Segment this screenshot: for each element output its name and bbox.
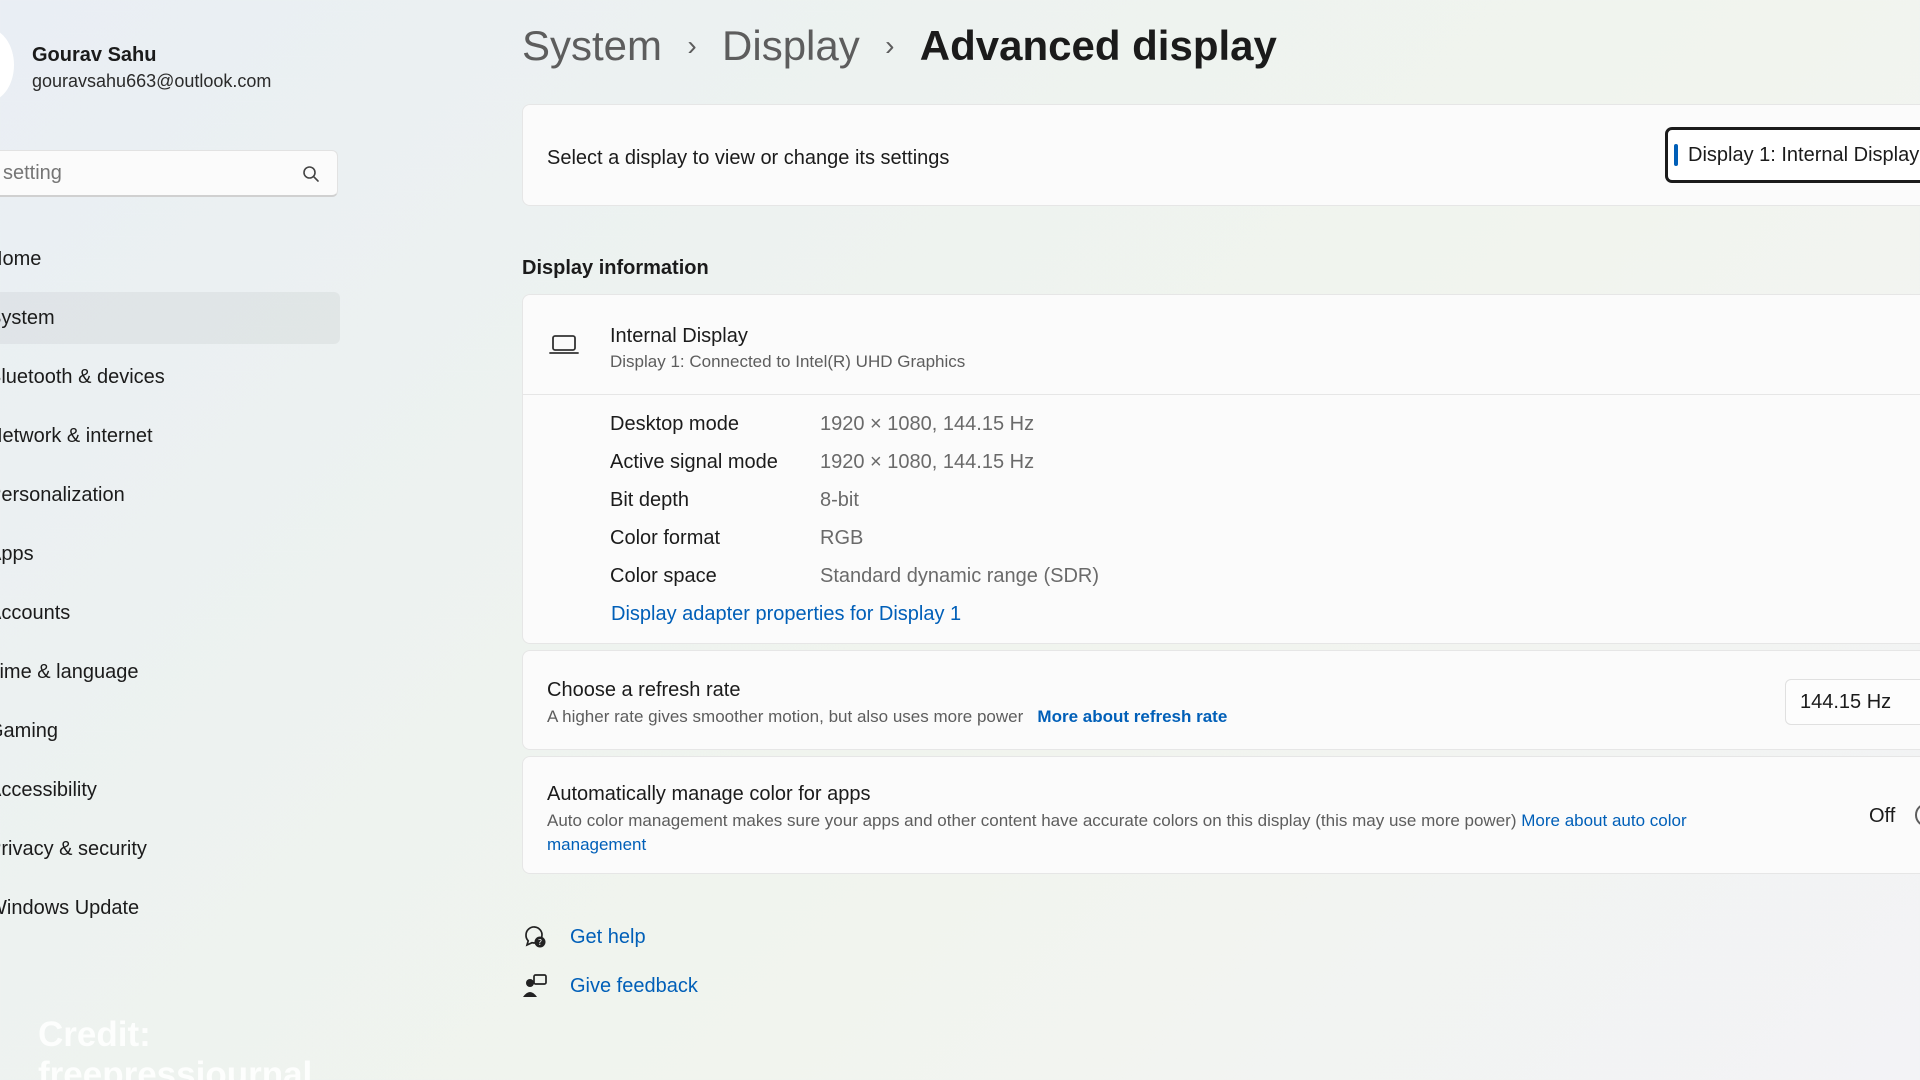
search-icon[interactable] <box>301 164 321 184</box>
info-key: Color format <box>610 527 721 549</box>
info-value: 1920 × 1080, 144.15 Hz <box>820 451 1035 473</box>
sidebar-item-label: Accounts <box>0 601 71 624</box>
display-info-card: Internal Display Display 1: Connected to… <box>522 294 1920 644</box>
search-input[interactable] <box>3 151 283 195</box>
help-icon: ? <box>525 926 546 948</box>
display-dropdown-value: Display 1: Internal Display <box>1688 143 1920 166</box>
info-value: Standard dynamic range (SDR) <box>820 565 1100 587</box>
sidebar-item-bluetooth-devices[interactable]: Bluetooth & devices <box>0 351 340 403</box>
auto-color-toggle[interactable] <box>1915 803 1920 827</box>
sidebar-item-label: Apps <box>0 542 34 565</box>
avatar[interactable] <box>0 28 14 102</box>
breadcrumb-system[interactable]: System <box>522 22 662 70</box>
sidebar-item-label: Windows Update <box>0 896 140 919</box>
sidebar-item-label: Home <box>0 247 42 270</box>
search-box[interactable] <box>0 150 338 197</box>
sidebar-item-accounts[interactable]: Accounts <box>0 587 340 639</box>
info-key: Bit depth <box>610 489 689 511</box>
refresh-rate-value: 144.15 Hz <box>1800 690 1892 713</box>
sidebar-item-personalization[interactable]: Personalization <box>0 469 340 521</box>
get-help-label: Get help <box>570 925 646 948</box>
refresh-rate-card: Choose a refresh rate A higher rate give… <box>522 650 1920 750</box>
display-connection: Display 1: Connected to Intel(R) UHD Gra… <box>610 352 966 371</box>
give-feedback-label: Give feedback <box>570 974 698 997</box>
user-name: Gourav Sahu <box>32 44 157 66</box>
info-key: Desktop mode <box>610 413 739 435</box>
feedback-icon <box>523 974 547 997</box>
info-value: RGB <box>820 527 864 549</box>
sidebar-item-apps[interactable]: Apps <box>0 528 340 580</box>
svg-text:?: ? <box>538 938 542 947</box>
auto-color-description-text: Auto color management makes sure your ap… <box>547 811 1517 830</box>
laptop-icon <box>549 335 579 354</box>
sidebar-item-gaming[interactable]: Gaming <box>0 705 340 757</box>
refresh-rate-dropdown[interactable]: 144.15 Hz <box>1785 679 1920 725</box>
info-key: Color space <box>610 565 717 587</box>
sidebar-item-home[interactable]: Home <box>0 233 340 285</box>
breadcrumb-display[interactable]: Display <box>722 22 860 70</box>
sidebar-item-time-language[interactable]: Time & language <box>0 646 340 698</box>
sidebar-item-network-internet[interactable]: Network & internet <box>0 410 340 462</box>
display-select-card: Select a display to view or change its s… <box>522 104 1920 206</box>
get-help-link[interactable]: ? Get help <box>522 924 646 950</box>
auto-color-card: Automatically manage color for apps Auto… <box>522 756 1920 874</box>
chevron-right-icon: › <box>885 30 895 61</box>
sidebar-item-label: System <box>0 306 55 329</box>
focus-accent <box>1674 144 1678 166</box>
sidebar: Gourav Sahu gouravsahu663@outlook.com Ho… <box>0 0 350 1080</box>
sidebar-item-system[interactable]: System <box>0 292 340 344</box>
page-title: Advanced display <box>919 22 1277 69</box>
section-title-display-information: Display information <box>522 257 709 279</box>
sidebar-item-label: Gaming <box>0 719 59 742</box>
auto-color-toggle-state: Off <box>1869 805 1896 827</box>
watermark: Credit: freepressjournal <box>38 1015 313 1080</box>
auto-color-title: Automatically manage color for apps <box>547 783 871 805</box>
sidebar-item-label: Network & internet <box>0 424 153 447</box>
info-value: 8-bit <box>820 489 859 511</box>
info-key: Active signal mode <box>610 451 778 473</box>
display-adapter-properties-link[interactable]: Display adapter properties for Display 1 <box>611 603 961 626</box>
display-info-header: Internal Display Display 1: Connected to… <box>523 295 1920 395</box>
user-email: gouravsahu663@outlook.com <box>32 71 272 91</box>
display-dropdown[interactable]: Display 1: Internal Display <box>1665 127 1920 183</box>
info-value: 1920 × 1080, 144.15 Hz <box>820 413 1035 435</box>
auto-color-description: Auto color management makes sure your ap… <box>547 809 1787 857</box>
sidebar-item-windows-update[interactable]: Windows Update <box>0 882 340 934</box>
sidebar-item-label: Accessibility <box>0 778 97 801</box>
give-feedback-link[interactable]: Give feedback <box>522 973 698 999</box>
sidebar-item-accessibility[interactable]: Accessibility <box>0 764 340 816</box>
display-name: Internal Display <box>610 325 748 347</box>
chevron-right-icon: › <box>687 30 697 61</box>
breadcrumb: System › Display › Advanced display <box>522 22 1277 70</box>
sidebar-item-label: Bluetooth & devices <box>0 365 165 388</box>
sidebar-nav: Home System Bluetooth & devices Network … <box>0 233 340 941</box>
sidebar-item-label: Time & language <box>0 660 139 683</box>
refresh-rate-title: Choose a refresh rate <box>547 679 741 701</box>
display-select-label: Select a display to view or change its s… <box>547 147 950 169</box>
sidebar-item-privacy-security[interactable]: Privacy & security <box>0 823 340 875</box>
refresh-rate-description-text: A higher rate gives smoother motion, but… <box>547 707 1024 726</box>
sidebar-item-label: Personalization <box>0 483 125 506</box>
sidebar-item-label: Privacy & security <box>0 837 147 860</box>
more-about-refresh-rate-link[interactable]: More about refresh rate <box>1037 707 1227 726</box>
refresh-rate-description: A higher rate gives smoother motion, but… <box>547 705 1227 729</box>
